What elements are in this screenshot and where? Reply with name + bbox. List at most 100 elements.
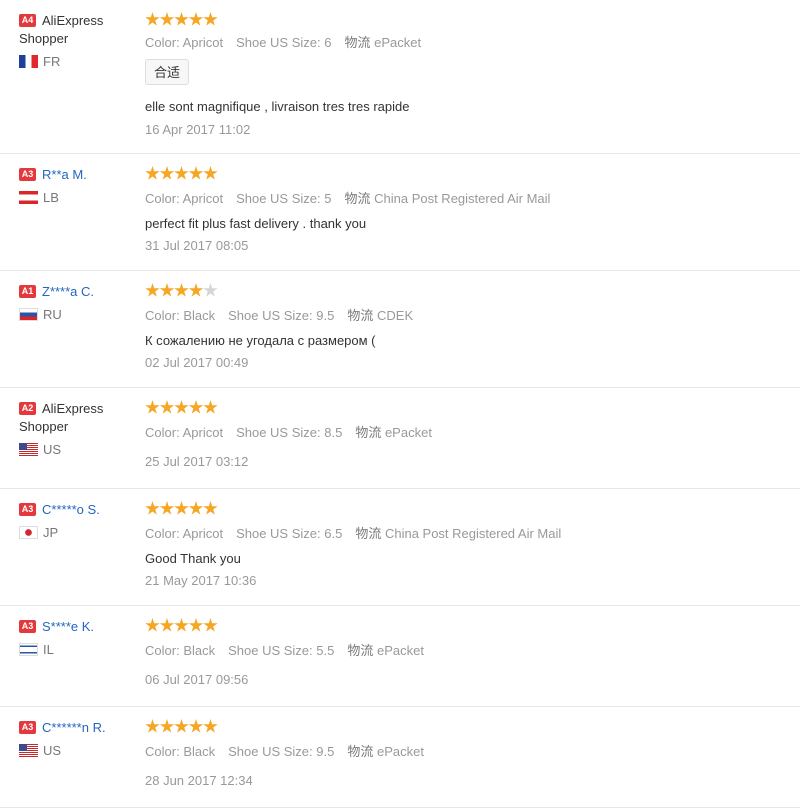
buyer-info: A3 C******n R. US	[19, 719, 141, 758]
order-attributes: Color: Apricot Shoe US Size: 6 物流 ePacket	[145, 35, 434, 51]
buyer-name-line: A4 AliExpress Shopper	[19, 12, 141, 48]
buyer-name-line: A2 AliExpress Shopper	[19, 400, 141, 436]
review-date: 31 Jul 2017 08:05	[145, 238, 249, 253]
star-filled-icon	[203, 719, 218, 733]
shipping-method: ePacket	[374, 35, 422, 50]
buyer-country: US	[19, 744, 141, 758]
buyer-name-line: A3 R**a M.	[19, 166, 141, 184]
country-code: RU	[43, 307, 62, 322]
star-filled-icon	[145, 283, 160, 297]
star-filled-icon	[159, 501, 175, 515]
review-item: A3 C*****o S. JP Color: Apricot Shoe US Size…	[0, 489, 800, 606]
star-filled-icon	[188, 400, 204, 414]
buyer-country: US	[19, 443, 141, 457]
shoe-size-value: 5.5	[316, 643, 335, 658]
star-filled-icon	[174, 719, 189, 733]
shoe-size-label: Shoe US Size:	[236, 425, 321, 440]
star-filled-icon	[145, 12, 160, 26]
star-filled-icon	[159, 719, 175, 733]
buyer-country: FR	[19, 55, 141, 69]
review-date: 21 May 2017 10:36	[145, 573, 257, 588]
shoe-size-label: Shoe US Size:	[228, 643, 313, 658]
color-label: Color:	[145, 744, 180, 759]
star-filled-icon	[203, 501, 218, 515]
star-filled-icon	[203, 400, 218, 414]
buyer-level-badge: A3	[19, 721, 36, 735]
buyer-info: A3 R**a M. LB	[19, 166, 141, 205]
shipping-method: ePacket	[384, 425, 432, 440]
color-value: Apricot	[182, 191, 224, 206]
review-date: 25 Jul 2017 03:12	[145, 454, 249, 469]
shoe-size-label: Shoe US Size:	[228, 744, 313, 759]
logistics-label: 物流	[355, 425, 382, 440]
review-comment: perfect fit plus fast delivery . thank y…	[145, 216, 367, 231]
review-item: A1 Z****a C. RU Color: Black Shoe US Size: 9…	[0, 271, 800, 388]
buyer-name[interactable]: C******n R.	[42, 720, 106, 735]
star-filled-icon	[203, 12, 218, 26]
buyer-level-badge: A3	[19, 620, 36, 634]
logistics-label: 物流	[347, 643, 374, 658]
color-label: Color:	[145, 526, 180, 541]
color-value: Black	[183, 744, 216, 759]
star-filled-icon	[159, 283, 175, 297]
country-code: US	[43, 442, 62, 457]
star-rating	[145, 166, 218, 182]
buyer-info: A4 AliExpress Shopper FR	[19, 12, 141, 69]
color-value: Apricot	[182, 425, 224, 440]
country-flag-icon	[19, 443, 38, 457]
star-filled-icon	[174, 501, 189, 515]
shoe-size-value: 6	[324, 35, 332, 50]
star-rating	[145, 283, 218, 299]
star-filled-icon	[188, 618, 204, 632]
buyer-info: A1 Z****a C. RU	[19, 283, 141, 322]
review-date: 02 Jul 2017 00:49	[145, 355, 249, 370]
buyer-name[interactable]: S****e K.	[42, 619, 94, 634]
review-item: A3 S****e K. IL Color: Black Shoe US Size: 5…	[0, 606, 800, 707]
buyer-name[interactable]: R**a M.	[42, 167, 87, 182]
star-filled-icon	[203, 166, 218, 180]
star-filled-icon	[159, 618, 175, 632]
order-attributes: Color: Apricot Shoe US Size: 5 物流 China Po…	[145, 191, 563, 207]
color-value: Apricot	[182, 526, 224, 541]
star-filled-icon	[145, 618, 160, 632]
buyer-name[interactable]: Z****a C.	[42, 284, 94, 299]
star-filled-icon	[159, 12, 175, 26]
shoe-size-label: Shoe US Size:	[236, 526, 321, 541]
star-filled-icon	[174, 12, 189, 26]
star-filled-icon	[188, 283, 204, 297]
buyer-level-badge: A1	[19, 285, 36, 299]
star-filled-icon	[203, 618, 218, 632]
country-code: LB	[43, 190, 59, 205]
color-label: Color:	[145, 35, 180, 50]
order-attributes: Color: Black Shoe US Size: 9.5 物流 ePacket	[145, 744, 437, 760]
review-date: 06 Jul 2017 09:56	[145, 672, 249, 687]
shoe-size-label: Shoe US Size:	[236, 35, 321, 50]
review-content: Color: Black Shoe US Size: 5.5 物流 ePacket 0…	[145, 606, 785, 707]
buyer-name[interactable]: C*****o S.	[42, 502, 100, 517]
buyer-country: LB	[19, 191, 141, 205]
color-value: Black	[183, 308, 216, 323]
star-rating	[145, 501, 218, 517]
star-filled-icon	[145, 400, 160, 414]
review-tag: 合适	[145, 59, 190, 85]
buyer-country: IL	[19, 643, 141, 657]
buyer-info: A3 C*****o S. JP	[19, 501, 141, 540]
color-value: Apricot	[182, 35, 224, 50]
review-item: A2 AliExpress Shopper US Color: Apricot Shoe…	[0, 388, 800, 489]
color-label: Color:	[145, 191, 180, 206]
star-rating	[145, 719, 218, 735]
buyer-level-badge: A3	[19, 503, 36, 517]
color-value: Black	[183, 643, 216, 658]
buyer-name-line: A3 S****e K.	[19, 618, 141, 636]
shipping-method: ePacket	[377, 643, 424, 658]
country-flag-icon	[19, 744, 38, 758]
review-item: A3 R**a M. LB Color: Apricot Shoe US Size: 5…	[0, 154, 800, 271]
shoe-size-label: Shoe US Size:	[228, 308, 313, 323]
order-attributes: Color: Apricot Shoe US Size: 6.5 物流 China …	[145, 526, 574, 542]
buyer-info: A2 AliExpress Shopper US	[19, 400, 141, 457]
buyer-name-line: A3 C******n R.	[19, 719, 141, 737]
color-label: Color:	[145, 308, 180, 323]
star-empty-icon	[203, 283, 218, 297]
color-label: Color:	[145, 425, 180, 440]
country-flag-icon	[19, 643, 38, 657]
